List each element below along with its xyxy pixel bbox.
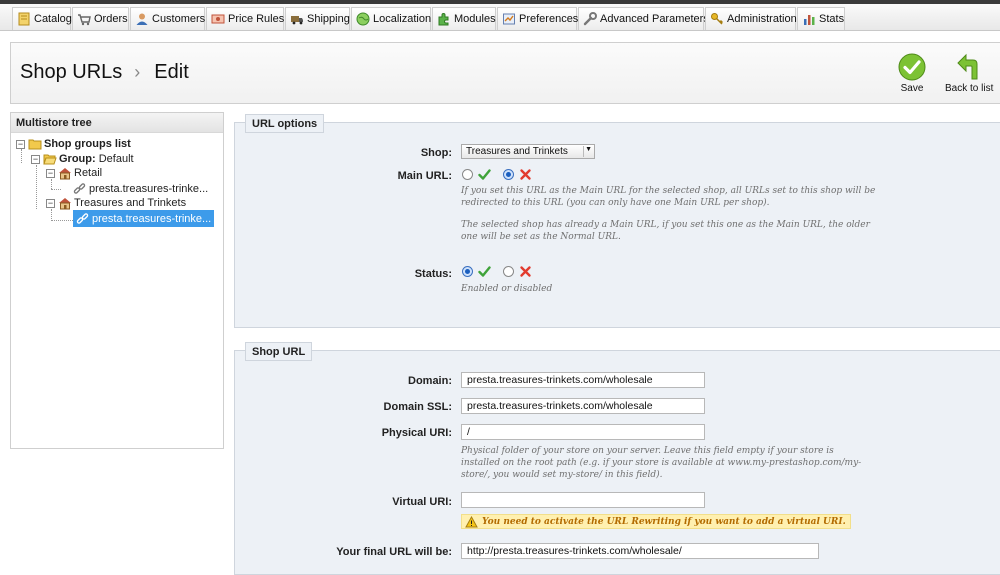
chevron-down-icon: ▼ <box>583 146 592 157</box>
collapse-toggle[interactable]: − <box>46 168 55 178</box>
catalog-icon <box>17 12 31 26</box>
link-icon <box>76 212 90 226</box>
collapse-toggle[interactable]: − <box>46 198 55 208</box>
final-url-label: Your final URL will be: <box>336 546 452 558</box>
shipping-icon <box>290 12 304 26</box>
page-toolbar: Shop URLs › Edit Save Back to list <box>10 42 1000 104</box>
wrench-icon <box>583 12 597 26</box>
tab-modules[interactable]: Modules <box>432 7 496 30</box>
key-icon <box>710 12 724 26</box>
customers-icon <box>135 12 149 26</box>
tree-line <box>51 189 61 190</box>
orders-icon <box>77 12 91 26</box>
tree-node-root[interactable]: − Shop groups list <box>16 137 131 151</box>
save-check-icon <box>898 53 926 81</box>
check-icon <box>478 266 491 277</box>
tree-node-url-retail[interactable]: presta.treasures-trinke... <box>61 182 208 196</box>
tree-node-shop-retail[interactable]: − Retail <box>46 166 102 180</box>
main-url-yes-radio[interactable] <box>462 169 473 180</box>
physical-uri-input[interactable]: / <box>461 424 705 440</box>
main-url-no-radio[interactable] <box>503 169 514 180</box>
domain-label: Domain: <box>408 375 452 387</box>
physical-uri-hint: Physical folder of your store on your se… <box>461 446 862 480</box>
cross-icon <box>520 266 531 277</box>
virtual-uri-warning: You need to activate the URL Rewriting i… <box>461 514 851 529</box>
tree-node-url-treasures-selected[interactable]: presta.treasures-trinke... <box>73 210 215 227</box>
tree-node-shop-treasures[interactable]: − Treasures and Trinkets <box>46 196 186 210</box>
open-folder-icon <box>43 152 57 166</box>
url-options-fieldset: URL options Shop: Treasures and Trinkets… <box>234 114 1000 328</box>
stats-icon <box>802 12 816 26</box>
status-disabled-radio[interactable] <box>503 266 514 277</box>
shop-label: Shop: <box>420 147 452 159</box>
back-to-list-button[interactable]: Back to list <box>945 53 993 94</box>
back-label: Back to list <box>945 83 994 94</box>
main-url-warning-hint: The selected shop has already a Main URL… <box>461 220 870 242</box>
tab-administration[interactable]: Administration <box>705 7 797 30</box>
price-rules-icon <box>211 12 225 26</box>
shop-url-legend: Shop URL <box>245 342 313 361</box>
link-icon <box>73 182 87 196</box>
tab-advanced-parameters[interactable]: Advanced Parameters <box>578 7 709 30</box>
breadcrumb-parent[interactable]: Shop URLs <box>20 61 122 84</box>
tab-price-rules[interactable]: Price Rules <box>206 7 284 30</box>
breadcrumb-separator: › <box>134 62 141 82</box>
final-url-input: http://presta.treasures-trinkets.com/who… <box>461 543 819 559</box>
status-hint: Enabled or disabled <box>461 284 553 294</box>
tab-catalog[interactable]: Catalog <box>12 7 72 30</box>
save-button[interactable]: Save <box>898 53 926 94</box>
breadcrumb-current: Edit <box>154 61 189 83</box>
virtual-uri-label: Virtual URI: <box>392 496 452 508</box>
tab-orders[interactable]: Orders <box>72 7 129 30</box>
status-enabled-radio[interactable] <box>462 266 473 277</box>
shop-select[interactable]: Treasures and Trinkets ▼ <box>461 144 595 159</box>
tab-customers[interactable]: Customers <box>130 7 205 30</box>
url-options-legend: URL options <box>245 114 325 133</box>
tree-title: Multistore tree <box>11 113 223 133</box>
folder-icon <box>28 137 42 151</box>
tree-line <box>51 220 73 221</box>
save-label: Save <box>900 83 924 94</box>
domain-input[interactable]: presta.treasures-trinkets.com/wholesale <box>461 372 705 388</box>
tab-shipping[interactable]: Shipping <box>285 7 350 30</box>
domain-ssl-input[interactable]: presta.treasures-trinkets.com/wholesale <box>461 398 705 414</box>
status-label: Status: <box>414 268 452 280</box>
collapse-toggle[interactable]: − <box>16 139 25 149</box>
page-title: Shop URLs › Edit <box>20 61 189 84</box>
virtual-uri-input[interactable] <box>461 492 705 508</box>
warning-icon <box>465 516 478 528</box>
check-icon <box>478 169 491 180</box>
main-url-label: Main URL: <box>397 170 452 182</box>
shop-url-fieldset: Shop URL Domain: presta.treasures-trinke… <box>234 342 1000 575</box>
physical-uri-label: Physical URI: <box>381 427 452 439</box>
main-menu: Catalog Orders Customers Price Rules Shi… <box>0 4 1000 31</box>
tree-line <box>51 179 52 189</box>
tab-preferences[interactable]: Preferences <box>497 7 578 30</box>
back-arrow-icon <box>957 53 978 80</box>
tab-localization[interactable]: Localization <box>351 7 431 30</box>
collapse-toggle[interactable]: − <box>31 154 40 164</box>
shop-icon <box>58 166 72 180</box>
tab-stats[interactable]: Stats <box>797 7 845 30</box>
tree-line <box>21 149 22 163</box>
cross-icon <box>520 169 531 180</box>
tree-node-group[interactable]: − Group: Default <box>31 152 134 166</box>
preferences-icon <box>502 12 516 26</box>
multistore-tree: Multistore tree − Shop groups list − Gro… <box>10 112 224 449</box>
modules-icon <box>437 12 451 26</box>
shop-icon <box>58 196 72 210</box>
main-url-hint: If you set this URL as the Main URL for … <box>461 186 876 208</box>
tree-line <box>36 165 37 209</box>
localization-icon <box>356 12 370 26</box>
domain-ssl-label: Domain SSL: <box>383 401 452 413</box>
